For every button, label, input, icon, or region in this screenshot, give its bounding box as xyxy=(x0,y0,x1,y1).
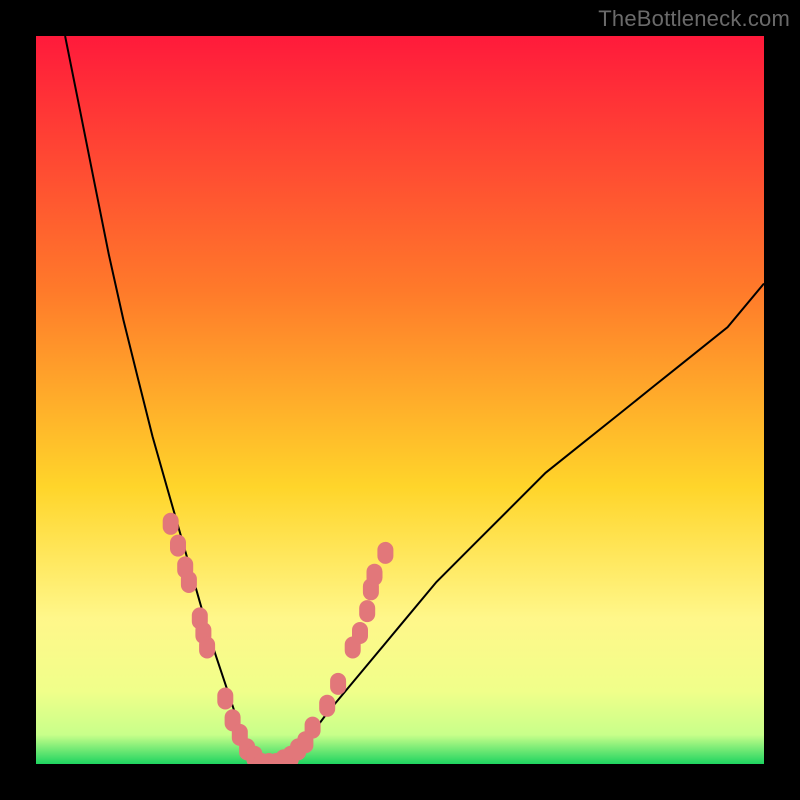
data-marker xyxy=(181,571,197,593)
data-marker xyxy=(367,564,383,586)
gradient-background xyxy=(36,36,764,764)
data-marker xyxy=(330,673,346,695)
data-marker xyxy=(352,622,368,644)
data-marker xyxy=(170,535,186,557)
plot-area xyxy=(36,36,764,764)
data-marker xyxy=(359,600,375,622)
data-marker xyxy=(305,717,321,739)
chart-svg xyxy=(36,36,764,764)
data-marker xyxy=(319,695,335,717)
data-marker xyxy=(163,513,179,535)
chart-frame: TheBottleneck.com xyxy=(0,0,800,800)
data-marker xyxy=(377,542,393,564)
watermark-text: TheBottleneck.com xyxy=(598,6,790,32)
data-marker xyxy=(217,688,233,710)
data-marker xyxy=(199,637,215,659)
